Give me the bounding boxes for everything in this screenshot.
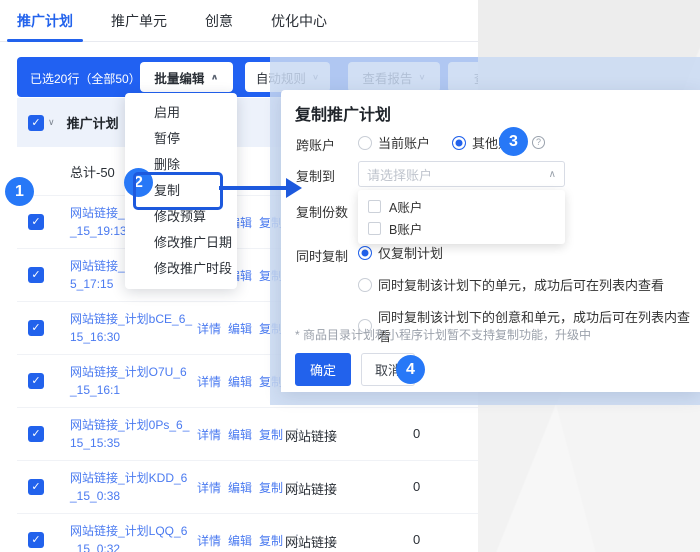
help-icon[interactable]: ? (532, 136, 545, 149)
batch-menu-item[interactable]: 启用 (125, 100, 237, 126)
plan-name-link[interactable]: 网站链接_计划bCE_6_ 15_16:30 (70, 310, 202, 346)
tab-item[interactable]: 优化中心 (261, 0, 337, 41)
batch-menu-item[interactable]: 暂停 (125, 126, 237, 152)
modal-title: 复制推广计划 (295, 101, 391, 125)
plan-name-line1: 网站链接_计划0Ps_6_ (70, 416, 202, 434)
action-edit[interactable]: 编辑 (228, 373, 252, 390)
action-edit[interactable]: 编辑 (228, 426, 252, 443)
radio-icon[interactable] (452, 136, 466, 150)
action-copy[interactable]: 复制 (259, 532, 283, 549)
toolbar-button[interactable]: 批量编辑 ∧ (140, 62, 233, 92)
tab-item[interactable]: 推广计划 (7, 0, 83, 41)
plan-name-line2: _15_0:38 (70, 487, 202, 505)
plan-type-cell: 网站链接 (285, 479, 337, 498)
tab-bar: 推广计划 推广单元 创意 优化中心 (0, 0, 478, 42)
step-badge-4: 4 (396, 355, 425, 384)
radio-icon[interactable] (358, 278, 372, 292)
chevron-icon: ∧ (210, 73, 218, 82)
confirm-button[interactable]: 确定 (295, 353, 351, 386)
row-checkbox[interactable]: ✓ (28, 373, 44, 389)
option-checkbox[interactable] (368, 200, 381, 213)
action-detail[interactable]: 详情 (197, 479, 221, 496)
account-option[interactable]: B账户 (358, 217, 565, 239)
radio-option[interactable]: 同时复制该计划下的单元，成功后可在列表内查看 (358, 275, 700, 294)
plan-name-line2: _15_0:32 (70, 540, 202, 552)
arrow-line (219, 186, 287, 190)
plan-column-header: 推广计划 (67, 113, 119, 132)
step-badge-1: 1 (5, 177, 34, 206)
plan-value-cell: 0 (413, 426, 420, 441)
option-label: B账户 (389, 219, 422, 238)
action-detail[interactable]: 详情 (197, 320, 221, 337)
copy-item-highlight-box (133, 172, 223, 210)
cross-account-label: 跨账户 (296, 135, 335, 154)
row-checkbox[interactable]: ✓ (28, 214, 44, 230)
plan-value-cell: 0 (413, 479, 420, 494)
arrow-head-icon (286, 178, 302, 198)
row-checkbox[interactable]: ✓ (28, 267, 44, 283)
radio-option[interactable]: 当前账户 ? (358, 133, 430, 152)
copy-count-label: 复制份数 (296, 202, 348, 221)
radio-icon[interactable] (358, 246, 372, 260)
plan-name-link[interactable]: 网站链接_计划0Ps_6_ 15_15:35 (70, 416, 202, 452)
plan-name-line1: 网站链接_计划bCE_6_ (70, 310, 202, 328)
action-edit[interactable]: 编辑 (228, 479, 252, 496)
option-label: A账户 (389, 197, 422, 216)
plan-name-line1: 网站链接_计划KDD_6 (70, 469, 202, 487)
plan-name-line2: 15_15:35 (70, 434, 202, 452)
plan-type-cell: 网站链接 (285, 426, 337, 445)
step-badge-3: 3 (499, 127, 528, 156)
tab-item[interactable]: 创意 (195, 0, 243, 41)
batch-menu-item[interactable]: 修改推广日期 (125, 230, 237, 256)
row-checkbox[interactable]: ✓ (28, 426, 44, 442)
option-checkbox[interactable] (368, 222, 381, 235)
select-menu-chevron-icon[interactable]: ∨ (48, 117, 55, 128)
radio-label: 仅复制计划 (378, 243, 443, 262)
radio-option[interactable]: 仅复制计划 (358, 243, 700, 262)
plan-name-link[interactable]: 网站链接_计划LQQ_6 _15_0:32 (70, 522, 202, 552)
plan-name-line2: 15_16:30 (70, 328, 202, 346)
tab-item[interactable]: 推广单元 (101, 0, 177, 41)
selection-count: 已选20行（全部50） (30, 70, 141, 87)
plan-type-cell: 网站链接 (285, 532, 337, 551)
select-placeholder: 请选择账户 (367, 165, 549, 184)
action-detail[interactable]: 详情 (197, 426, 221, 443)
plan-name-line1: 网站链接_计划O7U_6 (70, 363, 202, 381)
action-detail[interactable]: 详情 (197, 373, 221, 390)
row-checkbox[interactable]: ✓ (28, 320, 44, 336)
row-checkbox[interactable]: ✓ (28, 532, 44, 548)
plan-value-cell: 0 (413, 532, 420, 547)
chevron-up-icon: ∧ (549, 169, 556, 180)
tutorial-screenshot: 推广计划 推广单元 创意 优化中心 已选20行（全部50） 批量编辑 ∧ (0, 0, 700, 552)
radio-label: 同时复制该计划下的单元，成功后可在列表内查看 (378, 275, 664, 294)
plan-name-link[interactable]: 网站链接_计划KDD_6 _15_0:38 (70, 469, 202, 505)
select-all-checkbox[interactable]: ✓ (28, 115, 44, 131)
action-detail[interactable]: 详情 (197, 532, 221, 549)
row-checkbox[interactable]: ✓ (28, 479, 44, 495)
copy-plan-modal: 复制推广计划 跨账户 当前账户 ? 其他账户 ? 复制到 请选择账户 ∧ (281, 90, 700, 392)
total-label: 总计-50 (70, 162, 115, 181)
plan-name-line1: 网站链接_计划LQQ_6 (70, 522, 202, 540)
account-options-panel: A账户 B账户 (358, 190, 565, 244)
account-select[interactable]: 请选择账户 ∧ (358, 161, 565, 187)
batch-menu-item[interactable]: 修改推广时段 (125, 256, 237, 282)
action-edit[interactable]: 编辑 (228, 320, 252, 337)
copy-scope-label: 同时复制 (296, 246, 348, 265)
action-edit[interactable]: 编辑 (228, 532, 252, 549)
table-row: ✓ 网站链接_计划LQQ_6 _15_0:32 详情 编辑 复制 ⋮ 网站链接 (17, 514, 478, 552)
plan-name-link[interactable]: 网站链接_计划O7U_6 _15_16:1 (70, 363, 202, 399)
table-row: ✓ 网站链接_计划0Ps_6_ 15_15:35 详情 编辑 复制 ⋮ 网站链接 (17, 408, 478, 461)
toolbar-button-label: 批量编辑 (154, 68, 204, 87)
action-copy[interactable]: 复制 (259, 426, 283, 443)
action-copy[interactable]: 复制 (259, 479, 283, 496)
table-row: ✓ 网站链接_计划KDD_6 _15_0:38 详情 编辑 复制 ⋮ 网站链接 (17, 461, 478, 514)
radio-label: 当前账户 (378, 133, 430, 152)
radio-icon[interactable] (358, 136, 372, 150)
account-option[interactable]: A账户 (358, 195, 565, 217)
modal-footnote: * 商品目录计划和小程序计划暂不支持复制功能，升级中 (295, 326, 591, 343)
plan-name-line2: _15_16:1 (70, 381, 202, 399)
